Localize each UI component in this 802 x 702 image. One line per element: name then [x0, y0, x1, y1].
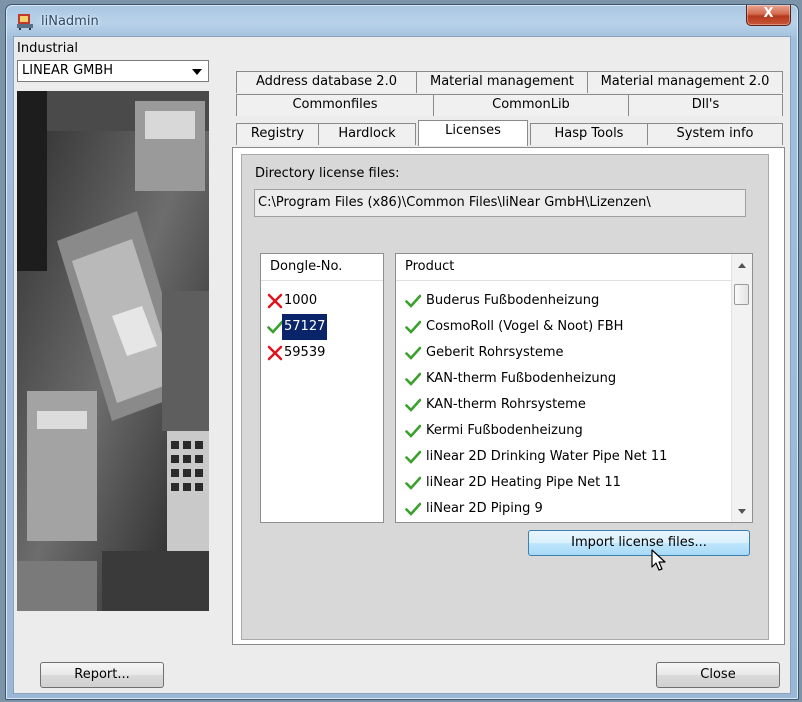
product-name: liNear 2D Piping 9 [426, 501, 543, 516]
cross-icon [267, 345, 283, 361]
tab-hasp-tools[interactable]: Hasp Tools [530, 123, 648, 145]
tab-registry[interactable]: Registry [236, 123, 319, 145]
dongle-id: 59539 [284, 345, 326, 360]
close-button[interactable]: Close [656, 662, 780, 688]
product-list[interactable]: Product Buderus Fußbodenheizung CosmoRol… [395, 253, 753, 523]
app-icon [17, 14, 33, 30]
tab-licenses[interactable]: Licenses [418, 120, 528, 146]
checkmark-icon [405, 372, 421, 386]
tab-material-management-2[interactable]: Material management 2.0 [587, 71, 783, 93]
chevron-down-icon[interactable] [192, 69, 202, 75]
product-scrollbar[interactable] [731, 254, 752, 522]
scroll-up-icon[interactable] [738, 263, 746, 268]
app-window: liNadmin X Industrial LINEAR GMBH Addres… [5, 4, 799, 700]
directory-path-field[interactable]: C:\Program Files (x86)\Common Files\liNe… [254, 189, 746, 217]
checkmark-icon [405, 450, 421, 464]
directory-label: Directory license files: [255, 166, 400, 181]
cross-icon [267, 293, 283, 309]
tab-system-info[interactable]: System info [647, 123, 783, 145]
product-name: liNear 2D Heating Pipe Net 11 [426, 475, 621, 490]
tab-commonfiles[interactable]: Commonfiles [236, 94, 434, 116]
import-license-files-button[interactable]: Import license files... [528, 530, 750, 556]
industry-label: Industrial [17, 41, 78, 56]
product-list-header[interactable]: Product [396, 254, 732, 281]
checkmark-icon [405, 294, 421, 308]
product-name: liNear 2D Drinking Water Pipe Net 11 [426, 449, 668, 464]
tab-hardlock[interactable]: Hardlock [318, 123, 416, 145]
company-select-value: LINEAR GMBH [22, 63, 114, 78]
report-button[interactable]: Report... [40, 662, 164, 688]
checkmark-icon [405, 502, 421, 516]
product-name: CosmoRoll (Vogel & Noot) FBH [426, 319, 624, 334]
checkmark-icon [405, 476, 421, 490]
checkmark-icon [267, 320, 283, 334]
window-close-button[interactable]: X [746, 5, 791, 26]
tab-dlls[interactable]: Dll's [628, 94, 783, 116]
product-name: KAN-therm Rohrsysteme [426, 397, 586, 412]
dongle-id: 57127 [282, 314, 328, 340]
product-name: KAN-therm Fußbodenheizung [426, 371, 617, 386]
product-name: Geberit Rohrsysteme [426, 345, 564, 360]
scroll-down-icon[interactable] [738, 509, 746, 514]
checkmark-icon [405, 346, 421, 360]
product-name: Kermi Fußbodenheizung [426, 423, 583, 438]
checkmark-icon [405, 424, 421, 438]
tab-commonlib[interactable]: CommonLib [433, 94, 629, 116]
dongle-list[interactable]: Dongle-No. 1000 57127 59539 [260, 253, 384, 523]
product-name: Buderus Fußbodenheizung [426, 293, 600, 308]
company-select[interactable]: LINEAR GMBH [17, 60, 209, 82]
scroll-thumb[interactable] [734, 284, 749, 305]
checkmark-icon [405, 398, 421, 412]
window-title: liNadmin [41, 14, 99, 29]
client-area: Industrial LINEAR GMBH Address database … [13, 36, 791, 694]
licenses-group: Directory license files: C:\Program File… [241, 154, 769, 640]
collage-image [17, 91, 209, 611]
tab-address-database-2[interactable]: Address database 2.0 [236, 71, 417, 93]
licenses-panel: Directory license files: C:\Program File… [232, 147, 785, 645]
tab-material-management[interactable]: Material management [416, 71, 588, 93]
dongle-list-header[interactable]: Dongle-No. [261, 254, 383, 281]
mouse-pointer-icon [651, 549, 666, 571]
checkmark-icon [405, 320, 421, 334]
dongle-id: 1000 [284, 293, 318, 308]
